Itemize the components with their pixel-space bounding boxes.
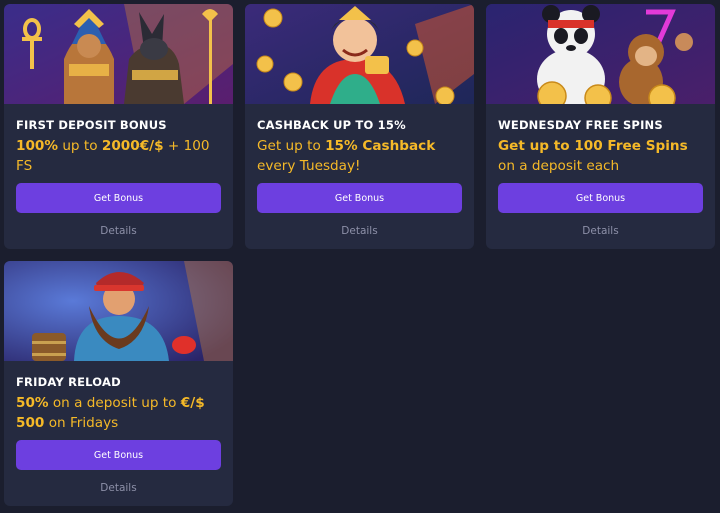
details-link[interactable]: Details [16, 470, 221, 506]
get-bonus-button[interactable]: Get Bonus [257, 183, 462, 213]
promo-description: Get up to 15% Cashback every Tuesday! [257, 138, 436, 174]
get-bonus-button[interactable]: Get Bonus [498, 183, 703, 213]
promo-title: WEDNESDAY FREE SPINS [498, 118, 663, 132]
promo-card-free-spins: WEDNESDAY FREE SPINS Get up to 100 Free … [486, 4, 715, 249]
egyptian-gods-image [4, 4, 233, 104]
promo-description: 50% on a deposit up to €/$ 500 on Friday… [16, 395, 205, 431]
promo-description: Get up to 100 Free Spins on a deposit ea… [498, 138, 688, 174]
promo-card-first-deposit: FIRST DEPOSIT BONUS 100% up to 2000€/$ +… [4, 4, 233, 249]
promo-title: FRIDAY RELOAD [16, 375, 121, 389]
promo-card-friday-reload: FRIDAY RELOAD 50% on a deposit up to €/$… [4, 261, 233, 506]
panda-monkey-image [486, 4, 715, 104]
get-bonus-button[interactable]: Get Bonus [16, 440, 221, 470]
promo-title: CASHBACK UP TO 15% [257, 118, 406, 132]
dwarf-pirate-image [4, 261, 233, 361]
get-bonus-button[interactable]: Get Bonus [16, 183, 221, 213]
details-link[interactable]: Details [498, 213, 703, 249]
promo-description: 100% up to 2000€/$ + 100 FS [16, 138, 210, 174]
promo-title: FIRST DEPOSIT BONUS [16, 118, 167, 132]
fortune-god-image [245, 4, 474, 104]
details-link[interactable]: Details [257, 213, 462, 249]
details-link[interactable]: Details [16, 213, 221, 249]
promo-card-cashback: CASHBACK UP TO 15% Get up to 15% Cashbac… [245, 4, 474, 249]
